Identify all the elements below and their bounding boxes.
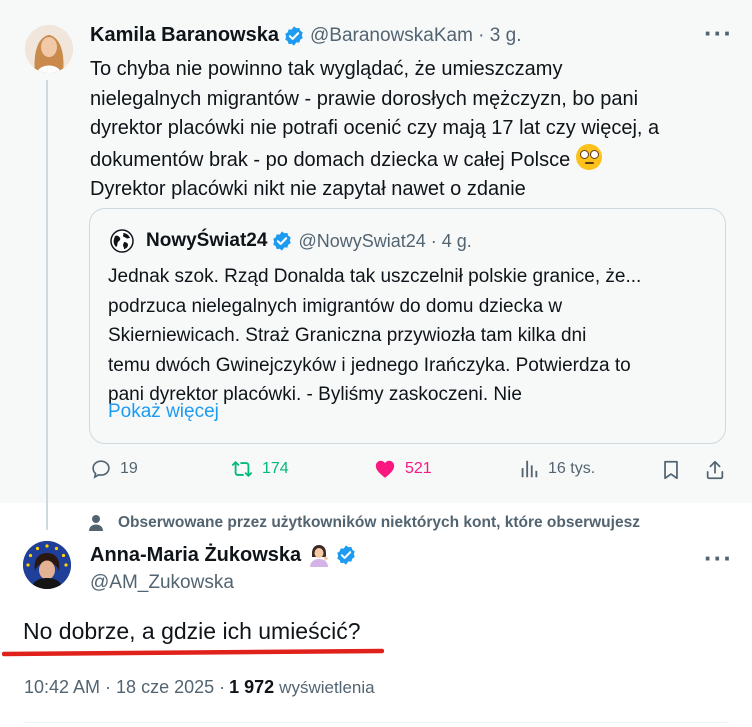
red-underline-annotation (2, 648, 384, 657)
parent-tweet[interactable]: Kamila Baranowska @BaranowskaKam · 3 g. … (0, 0, 752, 530)
thread-connector-line (46, 80, 48, 530)
reply-author-row: Anna-Maria Żukowska (90, 543, 362, 567)
heart-icon (375, 460, 395, 478)
quoted-author-row: NowyŚwiat24 @NowySwiat24 · 4 g. (146, 230, 472, 252)
reply-count: 19 (120, 460, 138, 477)
reply-views-label: wyświetlenia (279, 678, 375, 697)
reply-timestamp[interactable]: 10:42 AM · 18 cze 2025 · (24, 677, 225, 698)
parent-tweet-text: To chyba nie powinno tak wyglądać, że um… (90, 55, 730, 205)
more-icon[interactable]: ··· (704, 18, 733, 49)
bookmark-icon (664, 460, 678, 480)
avatar-anna-maria-zukowska[interactable] (23, 541, 71, 589)
reply-author-name[interactable]: Anna-Maria Żukowska (90, 544, 301, 567)
reply-icon (92, 460, 110, 479)
tweet-action-bar: 19 174 521 16 tys. (90, 458, 730, 490)
reply-meta: 10:42 AM · 18 cze 2025 · 1 972 wyświetle… (24, 677, 375, 698)
share-button[interactable] (704, 458, 734, 482)
verified-badge-icon[interactable] (283, 25, 305, 47)
retweet-button[interactable]: 174 (230, 458, 289, 480)
text-line: temu dwóch Gwinejczyków i jednego Irańcz… (108, 354, 631, 376)
bookmark-button[interactable] (660, 458, 690, 482)
reply-button[interactable]: 19 (90, 458, 138, 480)
social-context: Obserwowane przez użytkowników niektóryc… (88, 514, 640, 532)
text-line: dokumentów brak - po domach dziecka w ca… (90, 148, 571, 171)
views-count: 16 tys. (548, 460, 596, 477)
retweet-count: 174 (262, 460, 289, 477)
reply-tweet-text: No dobrze, a gdzie ich umieścić? (23, 618, 361, 644)
person-tipping-hand-icon (307, 543, 331, 567)
parent-author-row: Kamila Baranowska @BaranowskaKam · 3 g. (90, 24, 521, 47)
quoted-handle-time[interactable]: @NowySwiat24 · 4 g. (298, 231, 471, 252)
views-chart-icon (521, 460, 538, 478)
show-more-link[interactable]: Pokaż więcej (108, 401, 219, 423)
retweet-icon (231, 461, 253, 477)
text-line: nielegalnych migrantów - prawie dorosłyc… (90, 87, 639, 110)
verified-badge-icon[interactable] (335, 544, 357, 566)
text-line: podrzuca nielegalnych imigrantów do domu… (108, 295, 563, 317)
share-icon (706, 460, 724, 480)
quoted-tweet-card[interactable]: NowyŚwiat24 @NowySwiat24 · 4 g. Jednak s… (89, 208, 726, 444)
reply-views-count: 1 972 (229, 677, 275, 697)
quoted-tweet-text: Jednak szok. Rząd Donalda tak uszczelnił… (108, 262, 718, 410)
avatar-kamila-baranowska[interactable] (25, 25, 73, 73)
reply-author-handle[interactable]: @AM_Zukowska (90, 572, 234, 594)
face-with-rolling-eyes-icon (575, 143, 602, 170)
more-icon[interactable]: ··· (704, 543, 733, 574)
text-line-with-emoji: dokumentów brak - po domach dziecka w ca… (90, 143, 730, 176)
social-context-text: Obserwowane przez użytkowników niektóryc… (118, 514, 640, 531)
person-icon (89, 515, 103, 531)
text-line: Skierniewicach. Straż Graniczna przywioz… (108, 325, 587, 346)
like-button[interactable]: 521 (373, 458, 432, 480)
like-count: 521 (405, 460, 432, 477)
parent-handle-time[interactable]: @BaranowskaKam · 3 g. (310, 25, 522, 47)
text-line: dyrektor placówki nie potrafi ocenić czy… (90, 117, 660, 140)
views-button[interactable]: 16 tys. (518, 458, 595, 480)
text-line: To chyba nie powinno tak wyglądać, że um… (90, 58, 563, 80)
verified-badge-icon[interactable] (271, 230, 293, 252)
text-line: Dyrektor placówki nikt nie zapytał nawet… (90, 178, 526, 201)
divider (23, 722, 729, 723)
parent-author-name[interactable]: Kamila Baranowska (90, 24, 279, 47)
globe-avatar-icon (110, 229, 134, 253)
text-line: Jednak szok. Rząd Donalda tak uszczelnił… (108, 266, 642, 287)
quoted-author-name[interactable]: NowyŚwiat24 (146, 230, 267, 252)
